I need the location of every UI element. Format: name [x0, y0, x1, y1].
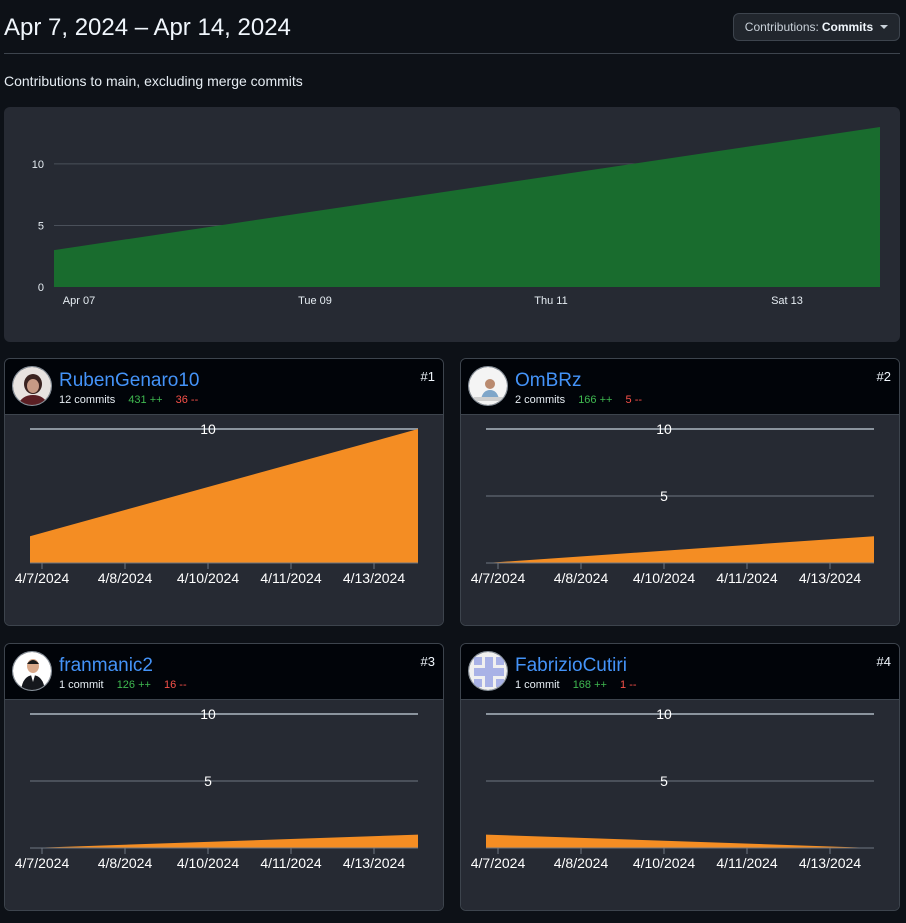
contributor-name-link[interactable]: OmBRz: [515, 370, 582, 392]
additions-count: 431 ++: [128, 394, 163, 406]
contributor-card: FabrizioCutiri 1 commit 168 ++ 1 -- #4 5…: [460, 643, 900, 911]
commit-count: 12 commits: [59, 394, 116, 406]
contributions-value: Commits: [821, 20, 874, 34]
contributor-chart-svg: 5 10 4/7/2024 4/8/2024 4/10/2024 4/11/2024 4/1…: [471, 706, 874, 871]
deletions-count: 36 --: [175, 394, 199, 406]
commit-count: 2 commits: [515, 394, 566, 406]
commit-count: 1 commit: [59, 679, 104, 691]
contributor-name-link[interactable]: RubenGenaro10: [59, 370, 200, 392]
y-tick-label: 5: [660, 773, 668, 789]
x-tick-label: 4/7/2024: [15, 855, 70, 871]
x-tick-label: 4/8/2024: [98, 855, 153, 871]
y-tick-label: 5: [660, 488, 668, 504]
caret-down-icon: [880, 25, 889, 29]
x-tick-label: 4/7/2024: [471, 855, 526, 871]
y-tick-label: 10: [200, 706, 216, 722]
rank-badge: #2: [876, 369, 891, 384]
contributions-dropdown-button[interactable]: Contributions: Commits: [733, 13, 900, 41]
x-tick-label: 4/13/2024: [343, 570, 405, 586]
commits-area: [30, 429, 418, 563]
contributor-header: OmBRz 2 commits 166 ++ 5 -- #2: [461, 359, 899, 415]
x-tick-label: 4/11/2024: [716, 855, 777, 871]
deletions-count: 16 --: [164, 679, 187, 691]
contributor-header: FabrizioCutiri 1 commit 168 ++ 1 -- #4: [461, 644, 899, 700]
x-tick-label: Tue 09: [298, 295, 332, 307]
contributor-stats: 12 commits 431 ++ 36 --: [59, 394, 198, 406]
contributor-stats: 1 commit 126 ++ 16 --: [59, 679, 187, 691]
x-tick-label: 4/8/2024: [554, 855, 609, 871]
commits-area: [54, 127, 880, 287]
avatar[interactable]: [468, 651, 508, 691]
identicon-icon: [469, 652, 507, 690]
contributor-stats: 2 commits 166 ++ 5 --: [515, 394, 642, 406]
x-tick-label: 4/13/2024: [799, 570, 861, 586]
contributor-card: franmanic2 1 commit 126 ++ 16 -- #3 5 10 4…: [4, 643, 444, 911]
x-tick-label: 4/10/2024: [633, 855, 695, 871]
divider: [4, 53, 900, 54]
additions-count: 168 ++: [572, 679, 607, 691]
contributor-chart-svg: 5 10 4/7/2024 4/8/2024 4/10/2024 4/11/2024 4/1…: [471, 421, 874, 586]
x-tick-label: Apr 07: [63, 295, 95, 307]
contributor-card: RubenGenaro10 12 commits 431 ++ 36 -- #1…: [4, 358, 444, 626]
contributor-chart: 10 4/7/2024 4/8/2024 4/10/2024 4/11/2024 4/13…: [5, 415, 443, 625]
x-tick-label: 4/8/2024: [554, 570, 609, 586]
y-tick-label: 10: [656, 706, 672, 722]
commits-area: [486, 536, 874, 563]
main-chart-svg: 0 5 10 Apr 07 Tue 09 Thu 11 Sat 13: [32, 127, 880, 307]
avatar[interactable]: [12, 366, 52, 406]
x-tick-label: 4/10/2024: [633, 570, 695, 586]
contributor-chart: 5 10 4/7/2024 4/8/2024 4/10/2024 4/11/2024 4/1…: [5, 700, 443, 910]
contributor-chart: 5 10 4/7/2024 4/8/2024 4/10/2024 4/11/2024 4/1…: [461, 700, 899, 910]
commit-count: 1 commit: [515, 679, 560, 691]
rank-badge: #3: [420, 654, 435, 669]
avatar[interactable]: [12, 651, 52, 691]
x-tick-label: 4/11/2024: [716, 570, 777, 586]
user-photo-icon: [13, 367, 51, 405]
contributor-chart: 5 10 4/7/2024 4/8/2024 4/10/2024 4/11/2024 4/1…: [461, 415, 899, 625]
x-tick-label: Thu 11: [534, 295, 567, 307]
page-title: Apr 7, 2024 – Apr 14, 2024: [4, 14, 291, 41]
page-subtitle: Contributions to main, excluding merge c…: [4, 73, 303, 89]
avatar[interactable]: [468, 366, 508, 406]
contributor-chart-svg: 5 10 4/7/2024 4/8/2024 4/10/2024 4/11/2024 4/1…: [15, 706, 418, 871]
y-tick-label: 5: [38, 220, 44, 232]
additions-count: 166 ++: [578, 394, 613, 406]
contributor-header: franmanic2 1 commit 126 ++ 16 -- #3: [5, 644, 443, 700]
contributor-stats: 1 commit 168 ++ 1 --: [515, 679, 637, 691]
contributor-card: OmBRz 2 commits 166 ++ 5 -- #2 5 10 4/7/20…: [460, 358, 900, 626]
user-photo-icon: [469, 367, 507, 405]
deletions-count: 5 --: [625, 394, 643, 406]
additions-count: 126 ++: [116, 679, 151, 691]
x-tick-label: 4/13/2024: [799, 855, 861, 871]
x-tick-label: 4/11/2024: [260, 855, 321, 871]
x-tick-label: 4/8/2024: [98, 570, 153, 586]
contributor-header: RubenGenaro10 12 commits 431 ++ 36 -- #1: [5, 359, 443, 415]
x-tick-label: 4/13/2024: [343, 855, 405, 871]
x-tick-label: 4/7/2024: [15, 570, 70, 586]
y-tick-label: 0: [38, 282, 44, 294]
contributor-name-link[interactable]: FabrizioCutiri: [515, 655, 627, 677]
commits-area: [30, 834, 418, 848]
y-tick-label: 10: [656, 421, 672, 437]
contributions-label: Contributions:: [744, 20, 819, 34]
main-contributions-chart: 0 5 10 Apr 07 Tue 09 Thu 11 Sat 13: [4, 107, 900, 342]
contributor-chart-svg: 10 4/7/2024 4/8/2024 4/10/2024 4/11/2024 4/13…: [15, 421, 418, 586]
rank-badge: #1: [420, 369, 435, 384]
x-tick-label: 4/10/2024: [177, 855, 239, 871]
x-tick-label: 4/7/2024: [471, 570, 526, 586]
user-photo-icon: [13, 652, 51, 690]
contributor-name-link[interactable]: franmanic2: [59, 655, 153, 677]
x-tick-label: Sat 13: [771, 295, 803, 307]
y-tick-label: 10: [200, 421, 216, 437]
x-tick-label: 4/10/2024: [177, 570, 239, 586]
x-tick-label: 4/11/2024: [260, 570, 321, 586]
y-tick-label: 10: [32, 159, 44, 171]
y-tick-label: 5: [204, 773, 212, 789]
deletions-count: 1 --: [620, 679, 637, 691]
commits-area: [486, 834, 874, 848]
rank-badge: #4: [876, 654, 891, 669]
